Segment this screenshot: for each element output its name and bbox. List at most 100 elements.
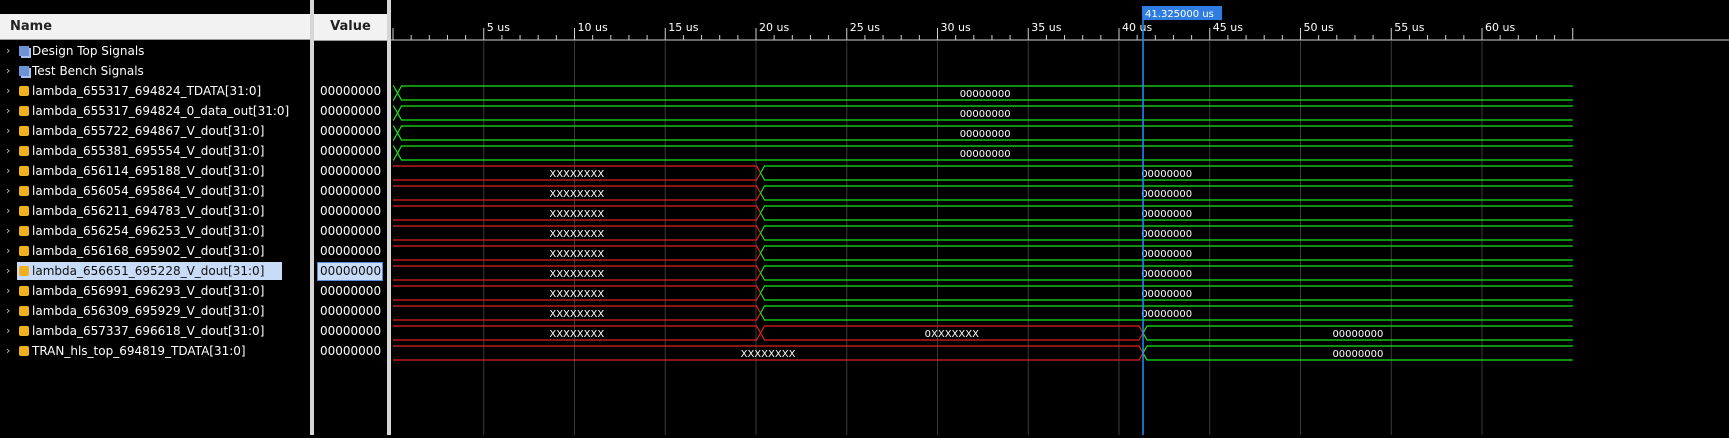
expand-chevron-icon[interactable]: › (6, 101, 16, 121)
expand-chevron-icon[interactable]: › (6, 321, 16, 341)
signal-waveform[interactable]: XXXXXXXX 00000000 (393, 305, 1573, 321)
signal-waveform[interactable]: XXXXXXXX 00000000 (393, 225, 1573, 241)
waveform-canvas[interactable]: 5 us 10 us 15 us 20 us 25 us 30 us 35 us 40 us 4… (391, 0, 1729, 435)
signal-value-row[interactable]: 00000000 (314, 141, 387, 161)
time-tick-label: 20 us (759, 21, 789, 34)
signal-value: 00000000 (320, 204, 382, 218)
signal-value-row[interactable]: 00000000 (314, 221, 387, 241)
expand-chevron-icon[interactable]: › (6, 41, 16, 61)
signal-value-row[interactable]: 00000000 (314, 81, 387, 101)
bus-value-label: XXXXXXXX (549, 309, 604, 320)
bus-value-label: 00000000 (1141, 269, 1192, 280)
bus-value-label: 00000000 (960, 109, 1011, 120)
signal-row[interactable]: › lambda_656211_694783_V_dout[31:0] (0, 201, 310, 221)
signal-row[interactable]: › lambda_655381_695554_V_dout[31:0] (0, 141, 310, 161)
value-panel: Value 00000000 00000000 00000000 00000000 00… (314, 0, 387, 435)
expand-chevron-icon[interactable]: › (6, 341, 16, 361)
signal-value-row[interactable]: 00000000 (314, 201, 387, 221)
bus-value-label: 00000000 (1141, 229, 1192, 240)
bus-signal-icon (19, 226, 29, 236)
signal-row[interactable]: › TRAN_hls_top_694819_TDATA[31:0] (0, 341, 310, 361)
signal-value: 00000000 (320, 164, 382, 178)
signal-name: lambda_656254_696253_V_dout[31:0] (32, 224, 265, 238)
bus-signal-icon (19, 186, 29, 196)
signal-value: 00000000 (320, 184, 382, 198)
expand-chevron-icon[interactable]: › (6, 241, 16, 261)
bus-value-label: 00000000 (1141, 209, 1192, 220)
expand-chevron-icon[interactable]: › (6, 141, 16, 161)
signal-waveform[interactable]: 00000000 (393, 145, 1573, 161)
signal-value-row[interactable]: 00000000 (314, 281, 387, 301)
signal-value-row[interactable]: 00000000 (314, 181, 387, 201)
expand-chevron-icon[interactable]: › (6, 81, 16, 101)
bus-value-label: XXXXXXXX (741, 349, 796, 360)
signal-name: lambda_656114_695188_V_dout[31:0] (32, 164, 265, 178)
expand-chevron-icon[interactable]: › (6, 261, 16, 281)
signal-waveform[interactable]: 00000000 (393, 85, 1573, 101)
signal-row[interactable]: › Test Bench Signals (0, 61, 310, 81)
expand-chevron-icon[interactable]: › (6, 61, 16, 81)
signal-row[interactable]: › lambda_656309_695929_V_dout[31:0] (0, 301, 310, 321)
signal-value-row[interactable]: 00000000 (314, 121, 387, 141)
bus-value-label: 00000000 (960, 129, 1011, 140)
bus-value-label: XXXXXXXX (549, 269, 604, 280)
name-column-header[interactable]: Name (0, 14, 310, 40)
expand-chevron-icon[interactable]: › (6, 161, 16, 181)
signal-value: 00000000 (320, 224, 382, 238)
expand-chevron-icon[interactable]: › (6, 221, 16, 241)
time-tick-label: 5 us (487, 21, 510, 34)
name-panel: Name › Design Top Signals › Test Bench Sign… (0, 0, 310, 435)
signal-waveform[interactable]: XXXXXXXX 00000000 (393, 185, 1573, 201)
signal-row[interactable]: › lambda_656054_695864_V_dout[31:0] (0, 181, 310, 201)
signal-value-row[interactable]: 00000000 (314, 321, 387, 341)
signal-value-row[interactable]: 00000000 (314, 261, 387, 281)
signal-waveform[interactable]: XXXXXXXX 00000000 (393, 285, 1573, 301)
time-tick-label: 60 us (1485, 21, 1515, 34)
signal-waveform[interactable]: XXXXXXXX 00000000 (393, 345, 1573, 361)
signal-value: 00000000 (320, 244, 382, 258)
signal-value-row[interactable]: 00000000 (314, 301, 387, 321)
expand-chevron-icon[interactable]: › (6, 121, 16, 141)
bus-value-label: XXXXXXXX (549, 169, 604, 180)
signal-waveform[interactable]: 00000000 (393, 125, 1573, 141)
value-column-header[interactable]: Value (314, 14, 387, 41)
time-tick-label: 35 us (1031, 21, 1061, 34)
signal-name: Test Bench Signals (32, 64, 144, 78)
bus-signal-icon (19, 346, 29, 356)
signal-row[interactable]: › lambda_656168_695902_V_dout[31:0] (0, 241, 310, 261)
signal-value-row[interactable]: 00000000 (314, 241, 387, 261)
signal-waveform[interactable]: XXXXXXXX 00000000 (393, 245, 1573, 261)
expand-chevron-icon[interactable]: › (6, 181, 16, 201)
signal-row[interactable]: › lambda_655722_694867_V_dout[31:0] (0, 121, 310, 141)
signal-row[interactable]: › lambda_656651_695228_V_dout[31:0] (0, 261, 310, 281)
signal-value: 00000000 (320, 284, 382, 298)
signal-value-row[interactable]: 00000000 (314, 161, 387, 181)
signal-waveform[interactable]: XXXXXXXX 0XXXXXXX 00000000 (393, 325, 1573, 341)
signal-name: TRAN_hls_top_694819_TDATA[31:0] (32, 344, 246, 358)
signal-row[interactable]: › lambda_656254_696253_V_dout[31:0] (0, 221, 310, 241)
expand-chevron-icon[interactable]: › (6, 281, 16, 301)
signal-row[interactable]: › lambda_656991_696293_V_dout[31:0] (0, 281, 310, 301)
signal-group-icon (19, 46, 29, 56)
signal-value-row[interactable]: 00000000 (314, 341, 387, 361)
signal-waveform[interactable]: XXXXXXXX 00000000 (393, 205, 1573, 221)
expand-chevron-icon[interactable]: › (6, 201, 16, 221)
expand-chevron-icon[interactable]: › (6, 301, 16, 321)
signal-row[interactable]: › Design Top Signals (0, 41, 310, 61)
signal-row[interactable]: › lambda_655317_694824_TDATA[31:0] (0, 81, 310, 101)
signal-waveform[interactable]: XXXXXXXX 00000000 (393, 265, 1573, 281)
signal-value-row[interactable]: 00000000 (314, 101, 387, 121)
signal-value: 00000000 (320, 304, 382, 318)
signal-row[interactable]: › lambda_655317_694824_0_data_out[31:0] (0, 101, 310, 121)
signal-name: lambda_655722_694867_V_dout[31:0] (32, 124, 265, 138)
signal-value: 00000000 (320, 144, 382, 158)
bus-value-label: XXXXXXXX (549, 249, 604, 260)
signal-row[interactable]: › lambda_657337_696618_V_dout[31:0] (0, 321, 310, 341)
bus-value-label: XXXXXXXX (549, 209, 604, 220)
signal-waveform[interactable]: 00000000 (393, 105, 1573, 121)
signal-row[interactable]: › lambda_656114_695188_V_dout[31:0] (0, 161, 310, 181)
bus-value-label: 00000000 (1141, 289, 1192, 300)
signal-value: 00000000 (320, 84, 382, 98)
signal-waveform[interactable]: XXXXXXXX 00000000 (393, 165, 1573, 181)
waveform-area[interactable]: 5 us 10 us 15 us 20 us 25 us 30 us 35 us 40 us 4… (391, 0, 1729, 435)
